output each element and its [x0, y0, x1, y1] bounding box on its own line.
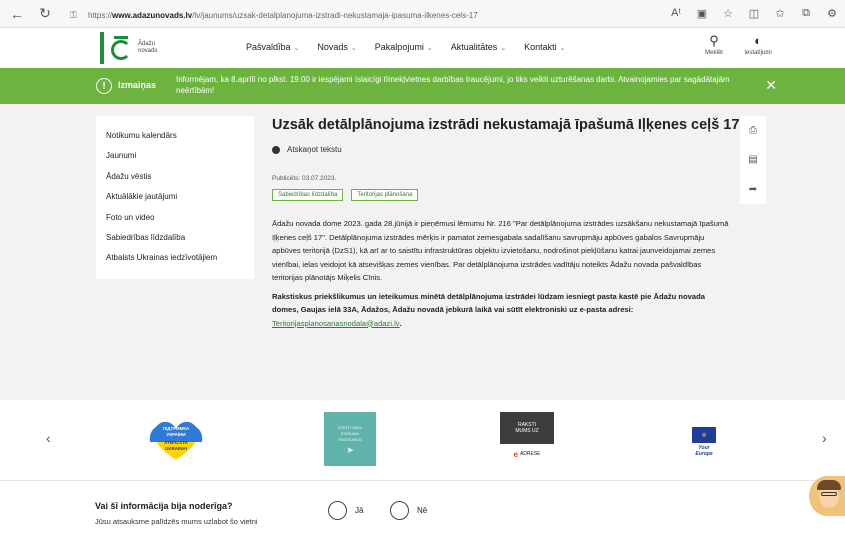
reload-icon[interactable]: ↻	[34, 3, 56, 25]
chevron-down-icon: ⌄	[559, 45, 566, 52]
article-tools: ⎙ ▤ ➦	[740, 116, 766, 204]
logo-line1: Ādažu	[138, 41, 156, 47]
play-text-button[interactable]: Atskaņot tekstu	[272, 145, 732, 154]
article-paragraph-1: Ādažu novada dome 2023. gada 28.jūnijā i…	[272, 219, 729, 282]
url-host: www.adazunovads.lv	[112, 10, 193, 20]
url-prefix: https://	[88, 10, 113, 20]
chevron-down-icon: ⌄	[426, 45, 433, 52]
heart-text-4: UKRAINAI	[165, 445, 187, 451]
settings-label: Iestatījumi	[744, 50, 772, 56]
address-label: adresi:	[608, 305, 634, 314]
article-title: Uzsāk detālplānojuma izstrādi nekustamaj…	[272, 117, 740, 133]
sidebar-item-news[interactable]: Jaunumi	[106, 150, 254, 170]
chevron-down-icon: ⌄	[500, 45, 507, 52]
extensions-icon[interactable]: ⚙	[825, 5, 839, 21]
search-icon: ⚲	[709, 33, 719, 48]
chat-assistant-avatar[interactable]	[809, 476, 845, 516]
sidebar-item-calendar[interactable]: Notikumu kalendārs	[106, 130, 254, 150]
tag-participation[interactable]: Sabiedrības līdzdalība	[272, 189, 344, 201]
feedback-question: Vai šī informācija bija noderīga?	[95, 501, 233, 511]
partners-carousel: ‹ ПІДТРИМКА УКРАЇНИ ATBALSTA UKRAINAI IE…	[0, 400, 845, 480]
property-report-banner[interactable]: IESŪTI SAVA ĪPAŠUMA RĀDĪJUMUS ➤	[324, 412, 376, 466]
e-adrese-banner[interactable]: RAKSTI MUMS UZ e ADRESE	[500, 412, 554, 464]
site-logo[interactable]: Ādažu novads	[100, 32, 157, 64]
feedback-no-radio[interactable]: Nē	[390, 501, 427, 520]
favorite-star-icon[interactable]: ☆	[721, 5, 735, 21]
alert-exclamation-icon: !	[96, 78, 112, 94]
tag-list: Sabiedrības līdzdalība Teritorijas plāno…	[272, 189, 732, 201]
nav-pakalpojumi[interactable]: Pakalpojumi ⌄	[375, 42, 433, 52]
eu-flag-icon: ✲	[692, 427, 716, 443]
main-navigation: Pašvaldība ⌄ Novads ⌄ Pakalpojumi ⌄ Aktuali…	[246, 42, 584, 52]
radio-circle[interactable]	[390, 501, 409, 520]
browser-toolbar: ← ↻ ⚿ https:// www.adazunovads.lv /lv/ja…	[0, 0, 845, 28]
nav-pasvaldiba[interactable]: Pašvaldība ⌄	[246, 42, 299, 52]
chevron-down-icon: ⌄	[293, 45, 300, 52]
nav-novads[interactable]: Novads ⌄	[317, 42, 356, 52]
feedback-subtitle: Jūsu atsauksme palīdzēs mums uzlabot šo …	[95, 517, 258, 526]
sidebar-item-photo-video[interactable]: Foto un video	[106, 212, 254, 232]
cursor-icon: ➤	[346, 445, 354, 455]
feedback-yes-radio[interactable]: Jā	[328, 501, 363, 520]
feedback-section: Vai šī informācija bija noderīga? Jūsu a…	[0, 480, 845, 546]
app-available-icon[interactable]: ▣	[695, 5, 709, 21]
read-aloud-icon[interactable]: Aᵗ	[669, 5, 683, 21]
sidebar-menu: Notikumu kalendārs Jaunumi Ādažu vēstis …	[96, 116, 254, 279]
pdf-icon[interactable]: ▤	[748, 154, 757, 165]
print-icon[interactable]: ⎙	[749, 125, 757, 136]
logo-line2: novads	[138, 48, 158, 54]
url-path: /lv/jaunums/uzsak-detalplanojuma-izstrad…	[192, 10, 478, 20]
lock-icon: ⚿	[70, 10, 77, 20]
play-icon	[272, 145, 280, 154]
address-bar[interactable]: ⚿ https:// www.adazunovads.lv /lv/jaunum…	[70, 6, 650, 24]
heart-text-2: УКРАЇНИ	[166, 431, 186, 437]
feedback-yes-label: Jā	[355, 506, 364, 515]
tag-planning[interactable]: Teritorijas plānošana	[351, 189, 419, 201]
email-link[interactable]: Teritorijasplanosanasnodala@adazi.lv	[272, 319, 400, 328]
radio-circle[interactable]	[328, 501, 347, 520]
play-text-label: Atskaņot tekstu	[287, 145, 342, 154]
split-screen-icon[interactable]: ◫	[747, 5, 761, 21]
feedback-no-label: Nē	[417, 506, 428, 515]
published-date: Publicēts: 03.07.2023.	[272, 175, 337, 182]
favorites-icon[interactable]: ✩	[773, 5, 787, 21]
search-button[interactable]: ⚲ Meklēt	[697, 32, 731, 56]
collections-icon[interactable]: ⧉	[799, 5, 813, 21]
alert-title: Izmaiņas	[118, 80, 157, 90]
ukraine-support-banner[interactable]: ПІДТРИМКА УКРАЇНИ ATBALSTA UKRAINAI	[148, 418, 204, 462]
paragraph-2-text: Rakstiskus priekšlikumus un ieteikumus m…	[272, 291, 705, 315]
sidebar-item-adazu-vestis[interactable]: Ādažu vēstis	[106, 171, 254, 191]
sidebar-item-ukraine-support[interactable]: Atbalsts Ukrainas iedzīvotājiem	[106, 252, 254, 272]
article: Uzsāk detālplānojuma izstrādi nekustamaj…	[272, 112, 740, 331]
search-label: Meklēt	[705, 50, 723, 56]
sidebar-item-participation[interactable]: Sabiedrības līdzdalība	[106, 232, 254, 252]
article-paragraph-2: Rakstiskus priekšlikumus un ieteikumus m…	[272, 290, 732, 331]
chevron-right-icon[interactable]: ›	[822, 430, 827, 446]
sidebar-item-current-issues[interactable]: Aktuālākie jautājumi	[106, 191, 254, 211]
alert-banner: ! Izmaiņas Informējam, ka 8.aprīlī no pl…	[0, 68, 845, 104]
address-end: .	[399, 318, 402, 328]
share-icon[interactable]: ➦	[749, 184, 757, 195]
back-icon[interactable]: ←	[6, 3, 28, 25]
chevron-left-icon[interactable]: ‹	[46, 430, 51, 446]
close-icon[interactable]: ✕	[765, 77, 777, 94]
adazi-logo-icon	[110, 36, 132, 60]
nav-kontakti[interactable]: Kontakti ⌄	[524, 42, 565, 52]
your-europe-banner[interactable]: ✲ Your Europe	[686, 422, 722, 462]
chevron-down-icon: ⌄	[350, 45, 357, 52]
contrast-drop-icon: ◐	[754, 33, 762, 48]
site-header: Ādažu novads Pašvaldība ⌄ Novads ⌄ Pakalpo…	[0, 28, 845, 68]
alert-text: Informējam, ka 8.aprīlī no plkst. 19.00 …	[176, 75, 730, 95]
settings-button[interactable]: ◐ Iestatījumi	[741, 32, 775, 56]
nav-aktualitates[interactable]: Aktualitātes ⌄	[451, 42, 506, 52]
